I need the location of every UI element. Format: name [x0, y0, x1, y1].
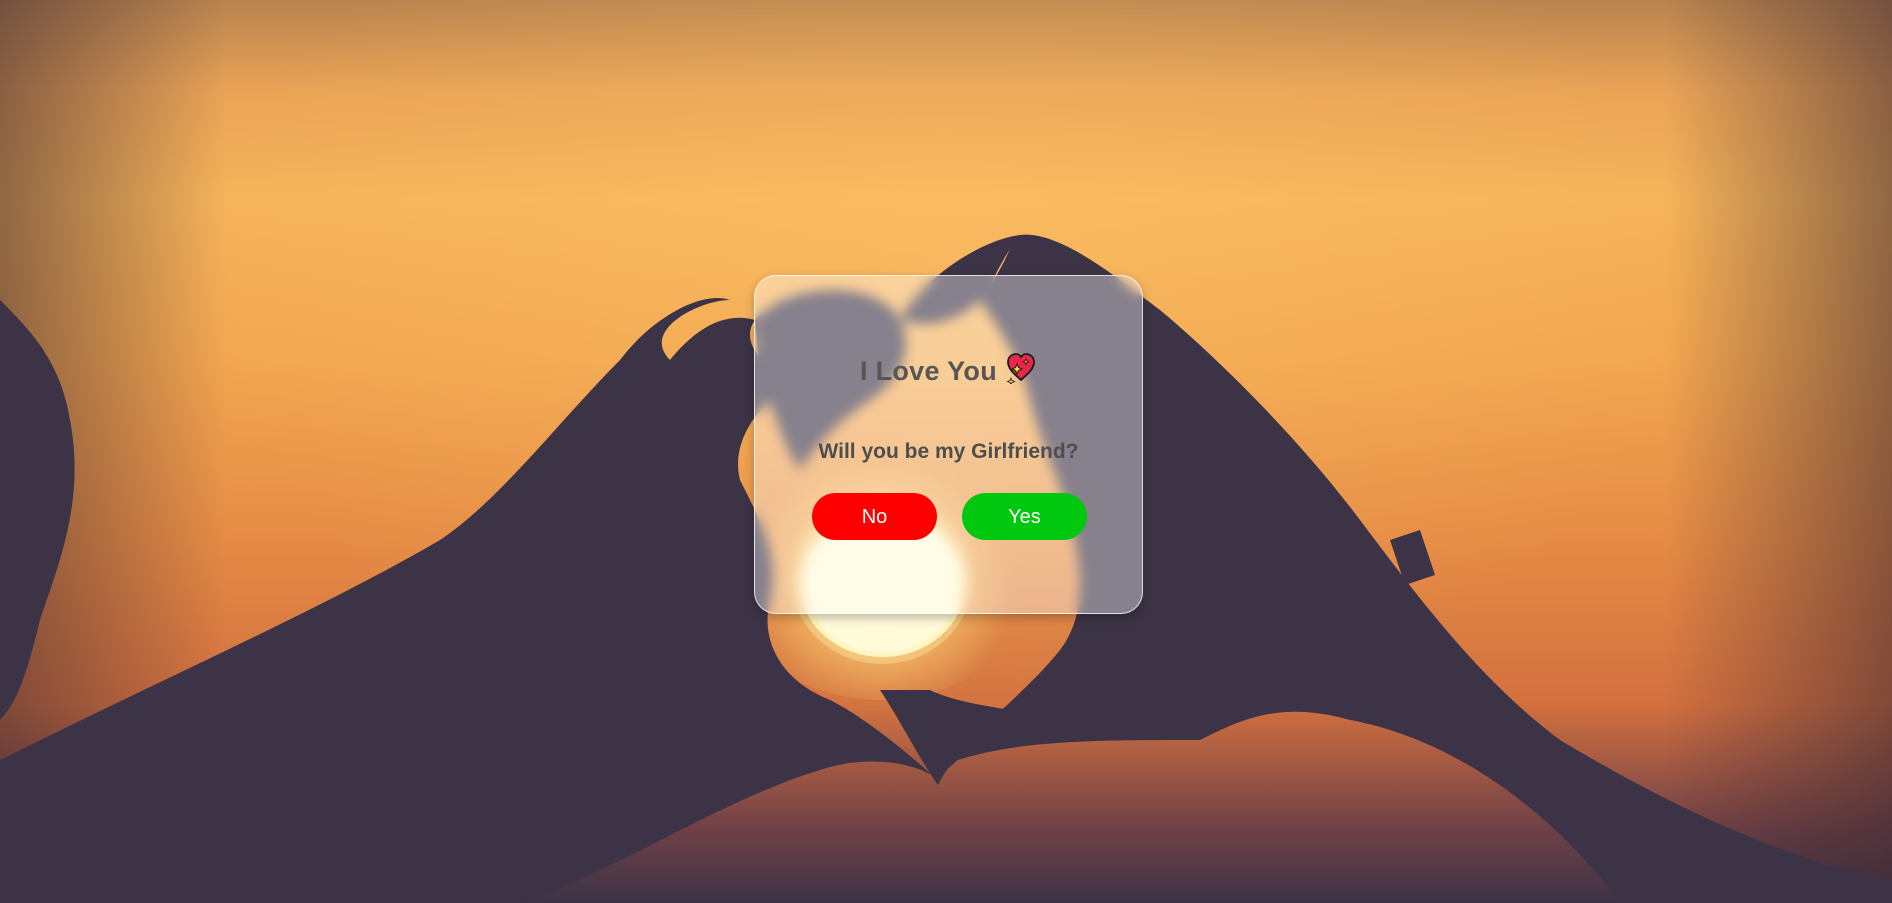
- proposal-card: I Love You Will you be my Girlfriend? No…: [754, 275, 1143, 614]
- title-text: I Love You: [859, 356, 998, 386]
- no-button[interactable]: No: [812, 493, 937, 540]
- card-title: I Love You: [755, 352, 1142, 391]
- sparkling-heart-icon: [1005, 352, 1037, 391]
- background-scene: I Love You Will you be my Girlfriend? No…: [0, 0, 1892, 903]
- yes-button[interactable]: Yes: [962, 493, 1087, 540]
- question-text: Will you be my Girlfriend?: [818, 440, 1079, 463]
